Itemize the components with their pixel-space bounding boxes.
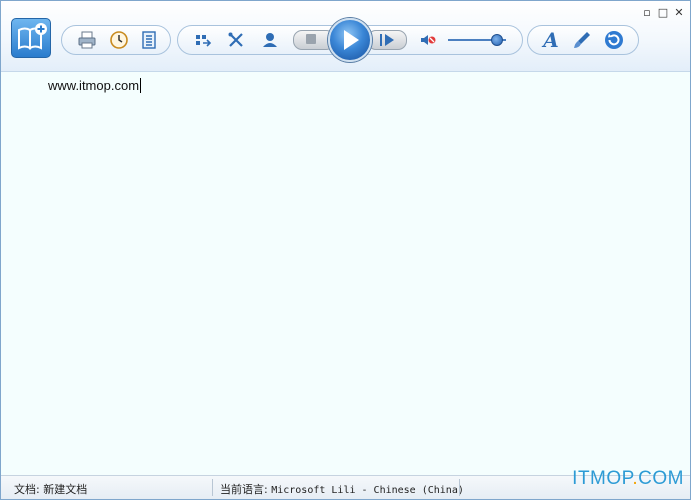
print-icon: [78, 31, 96, 49]
next-icon: [380, 34, 394, 46]
mute-button[interactable]: [417, 29, 439, 51]
export-icon: [196, 35, 212, 47]
font-icon: A: [543, 28, 559, 52]
document-text[interactable]: www.itmop.com: [48, 78, 142, 93]
maximize-button[interactable]: □: [656, 6, 670, 20]
style-button[interactable]: [571, 29, 593, 51]
close-button[interactable]: ✕: [672, 6, 686, 20]
list-icon: [142, 31, 156, 49]
status-document-name: 文档: 新建文档: [14, 483, 88, 496]
app-window: ▫ □ ✕ A www.itmop.com 文档: 新建文档 当前语言: Mic…: [0, 0, 691, 500]
app-logo-button[interactable]: [11, 18, 51, 58]
text-caret: [140, 78, 142, 93]
play-button[interactable]: [328, 18, 372, 62]
status-separator: [212, 479, 213, 496]
logo-book-icon: [18, 23, 47, 50]
volume-icon: [421, 35, 436, 45]
site-watermark: ITMOP.COM: [572, 468, 684, 489]
timer-button[interactable]: [108, 29, 130, 51]
status-current-language: 当前语言: Microsoft Lili - Chinese (China): [220, 483, 464, 496]
next-button[interactable]: [377, 29, 399, 51]
play-icon: [344, 30, 359, 50]
tools-icon: [228, 32, 243, 47]
print-button[interactable]: [76, 29, 98, 51]
stop-icon: [306, 34, 316, 44]
toolbar: ▫ □ ✕ A: [1, 1, 690, 72]
refresh-icon: [605, 31, 623, 49]
tools-button[interactable]: [225, 29, 247, 51]
user-icon: [263, 33, 277, 47]
document-editor[interactable]: www.itmop.com: [1, 72, 690, 475]
voice-user-button[interactable]: [259, 29, 281, 51]
list-button[interactable]: [138, 29, 160, 51]
window-controls: ▫ □ ✕: [640, 6, 686, 20]
brush-icon: [574, 32, 590, 48]
clock-icon: [110, 31, 128, 49]
minimize-button[interactable]: ▫: [640, 6, 654, 20]
font-button[interactable]: A: [540, 28, 562, 52]
export-button[interactable]: [192, 29, 214, 51]
status-separator: [459, 479, 460, 496]
refresh-button[interactable]: [603, 29, 625, 51]
